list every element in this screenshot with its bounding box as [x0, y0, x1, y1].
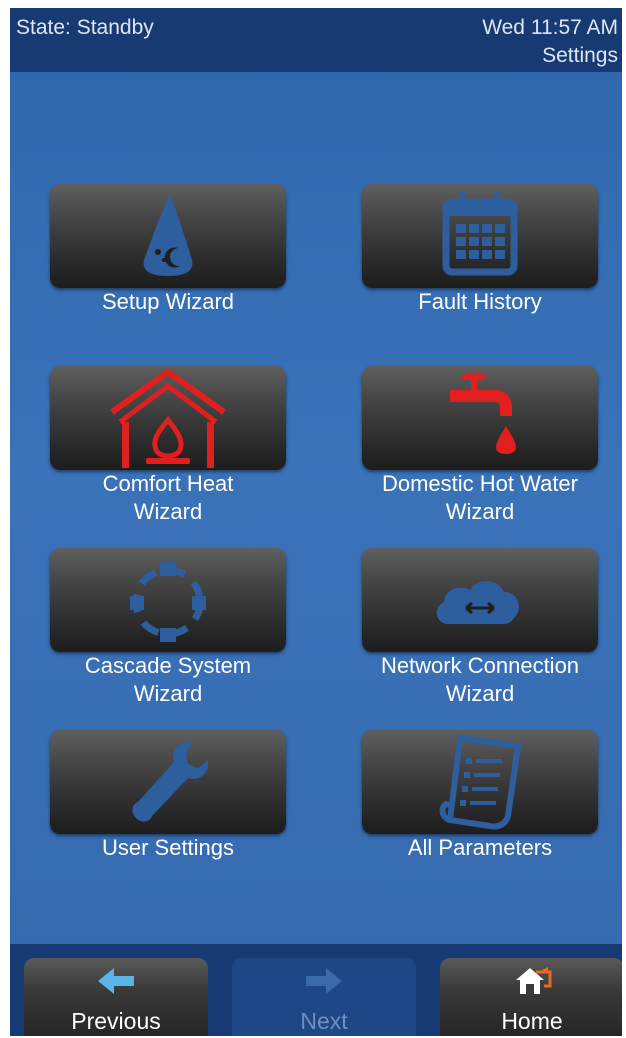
- previous-label: Previous: [71, 1008, 161, 1034]
- cascade-system-wizard-button[interactable]: [50, 548, 286, 652]
- tile-label-domestic-hot-water: Domestic Hot Water Wizard: [381, 471, 578, 524]
- status-bar: State: Standby Wed 11:57 AM Settings: [10, 8, 622, 72]
- user-settings-button[interactable]: [50, 730, 286, 834]
- tile-label-cascade-system: Cascade System Wizard: [84, 653, 252, 706]
- cascade-network-icon: [130, 562, 206, 642]
- arrow-right-icon: [306, 968, 342, 994]
- previous-button[interactable]: Previous: [24, 958, 208, 1036]
- tile-label-all-parameters: All Parameters: [407, 835, 553, 860]
- all-parameters-button[interactable]: [362, 730, 598, 834]
- comfort-heat-wizard-button[interactable]: [50, 366, 286, 470]
- house-flame-icon: [110, 368, 226, 468]
- home-button[interactable]: Home: [440, 958, 622, 1036]
- next-button[interactable]: Next: [232, 958, 416, 1036]
- tile-label-setup-wizard: Setup Wizard: [101, 289, 235, 314]
- wizard-hat-icon: [143, 194, 193, 276]
- tile-label-user-settings: User Settings: [101, 835, 235, 860]
- domestic-hot-water-wizard-button[interactable]: [362, 366, 598, 470]
- network-connection-wizard-button[interactable]: [362, 548, 598, 652]
- home-exit-icon: [516, 967, 552, 994]
- tile-label-comfort-heat: Comfort Heat Wizard: [102, 471, 234, 524]
- tile-label-fault-history: Fault History: [418, 289, 542, 314]
- home-label: Home: [501, 1008, 563, 1034]
- page-title: Settings: [542, 44, 618, 67]
- faucet-icon: [450, 374, 516, 454]
- fault-history-button[interactable]: [362, 184, 598, 288]
- settings-screen: State: Standby Wed 11:57 AM Settings Set…: [10, 8, 622, 1036]
- tile-label-network-connection: Network Connection Wizard: [380, 653, 580, 706]
- arrow-left-icon: [98, 968, 134, 994]
- document-list-icon: [439, 734, 522, 830]
- state-label: State: Standby: [16, 16, 154, 39]
- footer-nav: Previous Next Home: [10, 944, 622, 1036]
- wrench-icon: [132, 741, 209, 822]
- datetime-label: Wed 11:57 AM: [482, 16, 618, 39]
- next-label: Next: [300, 1008, 348, 1034]
- calendar-icon: [442, 192, 518, 276]
- setup-wizard-button[interactable]: [50, 184, 286, 288]
- cloud-arrows-icon: [436, 581, 519, 624]
